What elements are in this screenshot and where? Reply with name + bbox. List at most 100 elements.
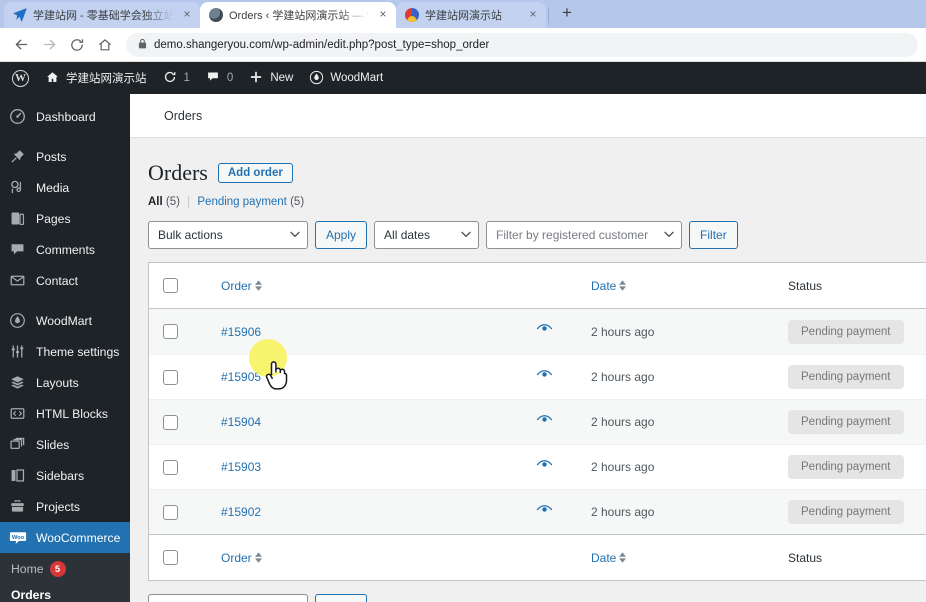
tab-title: 学建站网 - 零基础学会独立站技... [33,10,174,22]
sidebar-item-label: Slides [36,437,70,452]
close-icon[interactable]: × [376,8,390,22]
apply-button-top[interactable]: Apply [315,221,368,250]
sidebar-item-dashboard[interactable]: Dashboard [0,101,130,132]
sidebar-item-pages[interactable]: Pages [0,203,130,234]
sidebar-item-projects[interactable]: Projects [0,491,130,522]
page-title-row: Orders Add order [148,160,926,186]
sidebar-item-theme-settings[interactable]: Theme settings [0,336,130,367]
eye-icon[interactable] [536,323,553,340]
sidebar-item-woodmart[interactable]: WoodMart [0,305,130,336]
table-row[interactable]: #15906 2 hours ago Pending payment [149,309,926,355]
sidebar-item-contact[interactable]: Contact [0,265,130,296]
order-link[interactable]: #15906 [221,325,261,339]
sidebar-item-html-blocks[interactable]: HTML Blocks [0,398,130,429]
browser-tab-1[interactable]: 学建站网 - 零基础学会独立站技... × [4,2,200,28]
row-checkbox[interactable] [162,504,178,520]
sidebar-item-label: Layouts [36,375,79,390]
forward-arrow-icon[interactable] [36,32,62,58]
sidebar-item-label: WoodMart [36,313,92,328]
woodmart-icon [309,70,325,86]
sidebar-item-sidebars[interactable]: Sidebars [0,460,130,491]
updates-menu[interactable]: 1 [155,62,198,94]
cell-preview [536,369,591,386]
column-footer-order: Order [191,551,536,565]
eye-icon[interactable] [536,414,553,431]
new-content-menu[interactable]: New [241,62,301,94]
woocommerce-submenu: Home 5 Orders Customers [0,553,130,602]
row-checkbox[interactable] [162,414,178,430]
view-link-all[interactable]: All [148,196,163,208]
date-filter-select[interactable]: All dates [374,221,480,250]
sidebar-item-media[interactable]: Media [0,172,130,203]
new-tab-button[interactable]: + [555,2,579,26]
order-link[interactable]: #15903 [221,460,261,474]
sidebar-item-woocommerce[interactable]: Woo WooCommerce [0,522,130,553]
sidebar-item-comments[interactable]: Comments [0,234,130,265]
cell-order: #15905 [191,370,536,384]
select-all-cell [149,278,191,294]
sort-order-link-footer[interactable]: Order [221,551,262,565]
select-all-checkbox[interactable] [162,278,178,294]
bulk-actions-select-bottom[interactable]: Bulk actions [148,594,308,602]
row-select-cell [149,324,191,340]
sort-date-link[interactable]: Date [591,279,627,293]
apply-button-bottom[interactable]: Apply [315,594,368,602]
menu-separator [0,132,130,141]
row-checkbox[interactable] [162,369,178,385]
address-bar[interactable]: demo.shangeryou.com/wp-admin/edit.php?po… [126,32,918,57]
sort-order-link[interactable]: Order [221,279,262,293]
order-link[interactable]: #15904 [221,415,261,429]
table-row[interactable]: #15902 2 hours ago Pending payment [149,489,926,535]
comment-icon [9,241,27,259]
browser-tab-2-active[interactable]: Orders ‹ 学建站网演示站 — Wo... × [200,2,396,28]
wp-logo-menu[interactable]: W [6,62,37,94]
row-checkbox[interactable] [162,324,178,340]
view-link-pending-payment[interactable]: Pending payment [197,196,287,208]
order-link[interactable]: #15902 [221,505,261,519]
table-row[interactable]: #15904 2 hours ago Pending payment [149,399,926,445]
eye-icon[interactable] [536,459,553,476]
eye-icon[interactable] [536,504,553,521]
close-icon[interactable]: × [526,8,540,22]
table-footer: Order Date Status [149,534,926,581]
sidebar-item-posts[interactable]: Posts [0,141,130,172]
tab-strip: 学建站网 - 零基础学会独立站技... × Orders ‹ 学建站网演示站 —… [0,0,926,28]
cell-preview [536,414,591,431]
row-select-cell [149,369,191,385]
bulk-actions-select-top[interactable]: Bulk actions [148,221,308,250]
sidebar-item-label: Dashboard [36,109,96,124]
layers-icon [9,374,27,392]
select-all-checkbox-footer[interactable] [162,550,178,566]
sliders-icon [9,343,27,361]
submenu-item-home[interactable]: Home 5 [0,556,130,582]
site-name-menu[interactable]: 学建站网演示站 [37,62,155,94]
wordpress-logo-icon: W [12,69,29,87]
home-icon [45,70,61,86]
reload-icon[interactable] [64,32,90,58]
sort-date-link-footer[interactable]: Date [591,551,627,565]
home-icon[interactable] [92,32,118,58]
lock-icon [138,38,147,52]
browser-window: 学建站网 - 零基础学会独立站技... × Orders ‹ 学建站网演示站 —… [0,0,926,602]
close-icon[interactable]: × [180,8,194,22]
sidebar-item-slides[interactable]: Slides [0,429,130,460]
order-link[interactable]: #15905 [221,370,261,384]
sidebar-item-layouts[interactable]: Layouts [0,367,130,398]
comments-menu[interactable]: 0 [198,62,241,94]
cell-preview [536,459,591,476]
customer-filter-select[interactable]: Filter by registered customer [486,221,683,250]
back-arrow-icon[interactable] [8,32,34,58]
filter-button[interactable]: Filter [689,221,738,250]
woodmart-menu[interactable]: WoodMart [301,62,391,94]
dashboard-icon [9,108,27,126]
submenu-item-orders[interactable]: Orders [0,582,130,602]
table-row[interactable]: #15905 2 hours ago Pending payment [149,354,926,399]
table-row[interactable]: #15903 2 hours ago Pending payment [149,444,926,489]
row-checkbox[interactable] [162,459,178,475]
cell-status: Pending payment [788,365,926,390]
column-header-status: Status [788,279,926,293]
add-order-button[interactable]: Add order [217,163,293,184]
browser-tab-3[interactable]: 学建站网演示站 × [396,2,546,28]
eye-icon[interactable] [536,369,553,386]
submenu-item-label: Orders [11,588,51,602]
